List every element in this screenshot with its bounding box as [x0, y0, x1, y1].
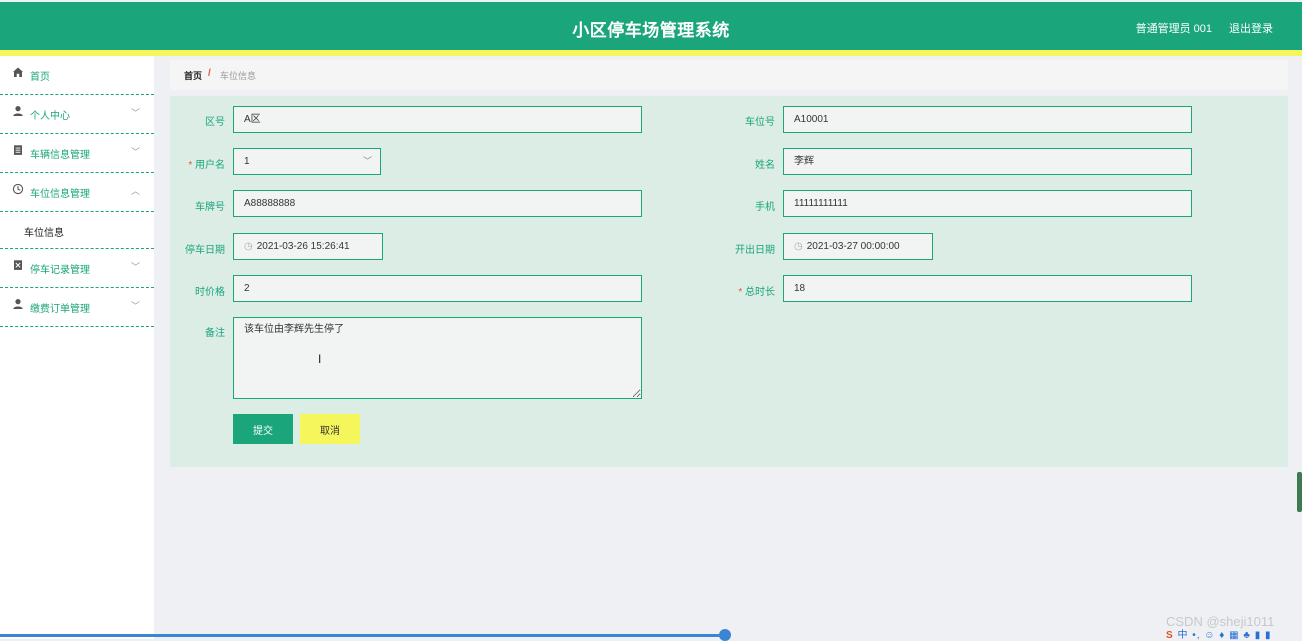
- chevron-down-icon: ﹀: [362, 156, 372, 166]
- space-info-form: 区号 A区 车位号 A10001 * 用户名 1 ﹀ 姓名 李辉 车牌号 A88…: [170, 96, 1288, 467]
- phone-input[interactable]: 11111111111: [783, 190, 1192, 217]
- area-input[interactable]: A区: [233, 106, 642, 133]
- list-icon: [14, 260, 22, 270]
- space-no-label: 车位号: [745, 117, 775, 128]
- progress-bar: [0, 634, 725, 637]
- tray-icons: 中 •, ☺ ♦ ▦ ♣ ▮ ▮: [1177, 630, 1272, 641]
- document-icon: [14, 145, 22, 155]
- sidebar-item-label: 车辆信息管理: [30, 150, 90, 161]
- sidebar-item-personal-center[interactable]: 个人中心 ﹀: [0, 95, 154, 134]
- sidebar-item-label: 停车记录管理: [30, 265, 90, 276]
- current-user-label: 普通管理员 001: [1135, 23, 1212, 35]
- hourly-price-input[interactable]: 2: [233, 275, 642, 302]
- sidebar-item-parking-records[interactable]: 停车记录管理 ﹀: [0, 249, 154, 288]
- username-select-value: 1: [244, 156, 250, 167]
- sidebar-item-label: 车位信息管理: [30, 189, 90, 200]
- user-icon: [13, 299, 23, 309]
- app-title: 小区停车场管理系统: [572, 21, 730, 40]
- required-mark: *: [188, 160, 193, 171]
- total-hours-input[interactable]: 18: [783, 275, 1192, 302]
- clock-icon: ◷: [244, 241, 253, 252]
- sidebar-item-label: 个人中心: [30, 111, 70, 122]
- park-date-picker[interactable]: ◷ 2021-03-26 15:26:41: [233, 233, 383, 260]
- plate-input[interactable]: A88888888: [233, 190, 642, 217]
- clock-icon: [12, 183, 24, 195]
- input-method-icon: S: [1166, 630, 1174, 641]
- sidebar-item-payment-orders[interactable]: 缴费订单管理 ﹀: [0, 288, 154, 327]
- home-icon: [13, 67, 23, 77]
- text-cursor-icon: I: [318, 352, 322, 366]
- space-no-input[interactable]: A10001: [783, 106, 1192, 133]
- total-hours-label-text: 总时长: [745, 287, 775, 298]
- plate-label: 车牌号: [195, 202, 225, 213]
- leave-date-picker[interactable]: ◷ 2021-03-27 00:00:00: [783, 233, 933, 260]
- phone-label: 手机: [755, 202, 775, 213]
- chevron-down-icon: ﹀: [130, 108, 140, 118]
- leave-date-value: 2021-03-27 00:00:00: [806, 241, 900, 252]
- area-label: 区号: [205, 117, 225, 128]
- header-accent-strip: [0, 50, 1302, 56]
- submit-button[interactable]: 提交: [233, 414, 293, 444]
- scrollbar[interactable]: [1297, 472, 1302, 512]
- username-select[interactable]: 1 ﹀: [233, 148, 381, 175]
- cancel-button[interactable]: 取消: [300, 414, 360, 444]
- progress-handle[interactable]: [719, 629, 731, 641]
- submenu-item-label: 车位信息: [24, 228, 64, 239]
- sidebar-item-label: 缴费订单管理: [30, 304, 90, 315]
- chevron-up-icon: ︿: [130, 186, 140, 196]
- sidebar-item-vehicle-management[interactable]: 车辆信息管理 ﹀: [0, 134, 154, 173]
- submenu-item-space-info[interactable]: 车位信息: [0, 212, 154, 249]
- chevron-down-icon: ﹀: [130, 262, 140, 272]
- required-mark: *: [738, 287, 743, 298]
- total-hours-label: * 总时长: [705, 283, 775, 298]
- sidebar: 首页 个人中心 ﹀ 车辆信息管理 ﹀ 车位信息管理 ︿ 车位信息 停车记录管理 …: [0, 56, 154, 639]
- breadcrumb-current: 车位信息: [220, 71, 257, 81]
- username-label: * 用户名: [155, 156, 225, 171]
- chevron-down-icon: ﹀: [130, 147, 140, 157]
- sidebar-item-label: 首页: [30, 72, 50, 83]
- clock-icon: ◷: [794, 241, 803, 252]
- note-textarea[interactable]: 该车位由李辉先生停了: [233, 317, 642, 399]
- logout-link[interactable]: 退出登录: [1229, 20, 1273, 36]
- note-label: 备注: [205, 328, 225, 339]
- park-date-label: 停车日期: [185, 245, 225, 256]
- park-date-value: 2021-03-26 15:26:41: [256, 241, 350, 252]
- sidebar-item-home[interactable]: 首页: [0, 56, 154, 95]
- user-icon: [13, 106, 23, 116]
- name-input[interactable]: 李辉: [783, 148, 1192, 175]
- leave-date-label: 开出日期: [735, 245, 775, 256]
- name-label: 姓名: [755, 160, 775, 171]
- sidebar-item-space-management[interactable]: 车位信息管理 ︿: [0, 173, 154, 212]
- chevron-down-icon: ﹀: [130, 301, 140, 311]
- username-label-text: 用户名: [195, 160, 225, 171]
- top-header: 小区停车场管理系统 普通管理员 001 退出登录: [0, 2, 1302, 50]
- breadcrumb: 首页 / 车位信息: [170, 60, 1288, 90]
- hourly-price-label: 时价格: [195, 287, 225, 298]
- breadcrumb-home-link[interactable]: 首页: [184, 69, 202, 82]
- breadcrumb-separator: /: [208, 68, 211, 79]
